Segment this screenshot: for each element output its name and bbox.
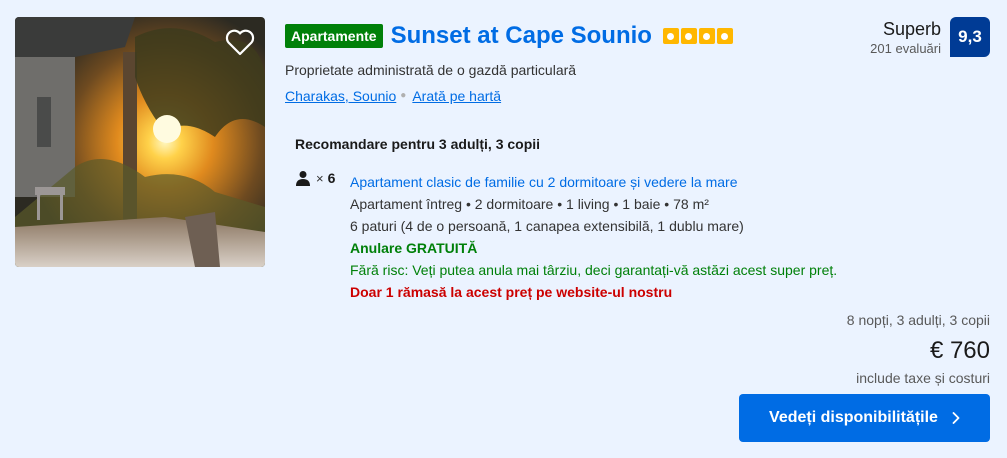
review-score-badge: 9,3 [950,17,990,57]
star-icon [680,28,697,44]
property-card: Apartamente Sunset at Cape Sounio Propri… [0,0,1007,458]
star-icon [716,28,733,44]
occupancy: × 6 [295,170,335,186]
scarcity-message: Doar 1 rămasă la acest preț pe website-u… [350,284,673,300]
property-name-link[interactable]: Sunset at Cape Sounio [391,21,652,51]
heart-outline-icon [225,29,255,55]
price-block: 8 nopți, 3 adulți, 3 copii € 760 include… [847,310,990,387]
location-link[interactable]: Charakas, Sounio [285,87,396,105]
property-type-badge: Apartamente [285,24,383,48]
times-sign: × [316,170,324,186]
see-availability-label: Vedeți disponibilitățile [769,409,938,426]
review-text: Superb 201 evaluări [870,17,941,57]
person-icon [296,171,310,186]
unit-block: Apartament clasic de familie cu 2 dormit… [350,171,837,303]
unit-name-link[interactable]: Apartament clasic de familie cu 2 dormit… [350,171,837,193]
host-info: Proprietate administrată de o gazdă part… [285,62,577,78]
separator-dot: ● [400,90,407,101]
free-cancellation: Anulare GRATUITĂ [350,240,478,256]
see-availability-button[interactable]: Vedeți disponibilitățile [739,394,990,442]
location-row: Charakas, Sounio ● Arată pe hartă [285,87,501,105]
bed-details: 6 paturi (4 de o persoană, 1 canapea ext… [350,218,744,234]
review-word: Superb [882,19,941,39]
review-block[interactable]: Superb 201 evaluări 9,3 [870,17,990,57]
star-rating [662,28,733,44]
chevron-right-icon [952,412,960,424]
recommendation-title: Recomandare pentru 3 adulți, 3 copii [295,136,541,152]
star-icon [662,28,679,44]
taxes-note: include taxe și costuri [856,370,990,386]
unit-details: Apartament întreg • 2 dormitoare • 1 liv… [350,196,709,212]
star-icon [698,28,715,44]
price-amount: € 760 [929,337,990,364]
review-count: 201 evaluări [870,41,941,56]
favorite-button[interactable] [222,26,258,58]
title-row: Apartamente Sunset at Cape Sounio [285,21,733,51]
occupancy-count: 6 [327,170,336,186]
no-risk-text: Fără risc: Veți putea anula mai târziu, … [350,262,838,278]
stay-summary: 8 nopți, 3 adulți, 3 copii [846,312,990,328]
show-on-map-link[interactable]: Arată pe hartă [412,87,501,105]
